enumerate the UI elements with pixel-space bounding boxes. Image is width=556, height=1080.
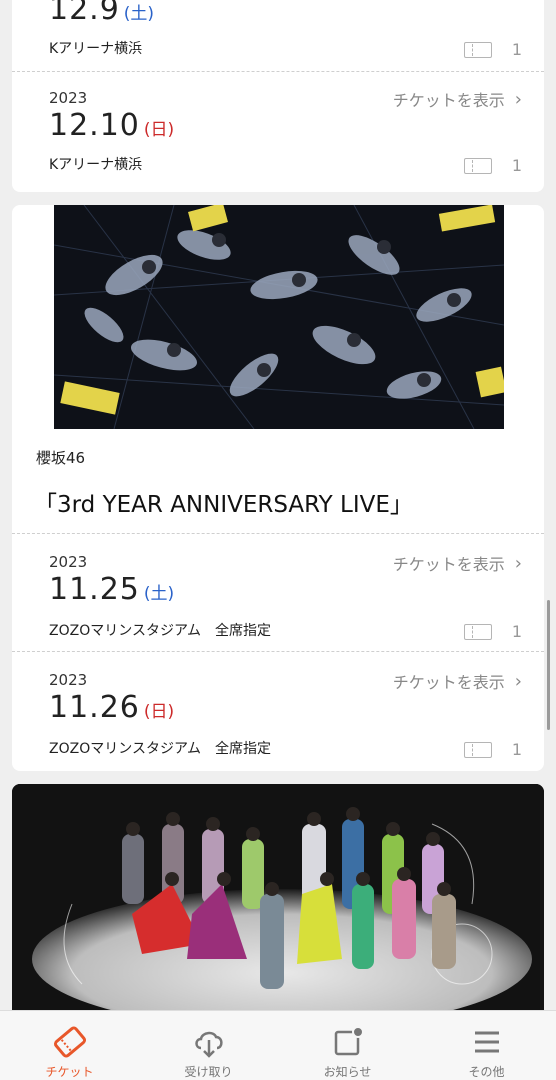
notification-icon: [334, 1026, 364, 1056]
day-of-week: (土): [143, 584, 175, 604]
tab-label: その他: [468, 1065, 505, 1079]
event-card-3: [12, 784, 544, 1024]
ticket-icon: [463, 623, 492, 640]
event-year: 2023: [49, 89, 88, 107]
venue: ZOZOマリンスタジアム 全席指定: [49, 623, 271, 639]
tab-label: チケット: [45, 1065, 94, 1079]
event-date: 11.26 (日): [49, 690, 175, 725]
tab-label: 受け取り: [184, 1065, 233, 1079]
event-date: 12.9 (土): [49, 0, 155, 27]
event-title: 「3rd YEAR ANNIVERSARY LIVE」: [34, 492, 413, 518]
day-of-week: (土): [123, 4, 155, 24]
day-of-week: (日): [143, 702, 175, 722]
event-image[interactable]: [12, 784, 544, 1024]
ticket-entry[interactable]: 12.9 (土) Kアリーナ横浜 1: [12, 0, 544, 71]
scrollbar[interactable]: [547, 600, 550, 730]
venue: ZOZOマリンスタジアム 全席指定: [49, 741, 271, 757]
ticket-icon: [463, 741, 492, 758]
ticket-icon: [463, 157, 492, 174]
tab-ticket[interactable]: チケット: [0, 1011, 139, 1080]
venue: Kアリーナ横浜: [49, 157, 143, 173]
tab-other[interactable]: その他: [417, 1011, 556, 1080]
ticket-entry[interactable]: 2023 チケットを表示 › 11.26 (日) ZOZOマリンスタジアム 全席指定…: [12, 651, 544, 771]
show-ticket-link[interactable]: チケットを表示 ›: [393, 669, 522, 693]
ticket-count: 1: [463, 156, 522, 175]
day-of-week: (日): [143, 120, 175, 140]
chevron-right-icon: ›: [514, 552, 522, 574]
event-image[interactable]: [54, 205, 504, 429]
ticket-count: 1: [463, 40, 522, 59]
tab-notifications[interactable]: お知らせ: [278, 1011, 417, 1080]
cloud-download-icon: [194, 1031, 223, 1058]
show-ticket-link[interactable]: チケットを表示 ›: [393, 551, 522, 575]
venue: Kアリーナ横浜: [49, 41, 143, 57]
show-ticket-link[interactable]: チケットを表示 ›: [393, 87, 522, 111]
ticket-icon: [53, 1026, 86, 1058]
event-date: 11.25 (土): [49, 572, 175, 607]
ticket-entry[interactable]: 2023 チケットを表示 › 12.10 (日) Kアリーナ横浜 1: [12, 71, 544, 192]
event-card-1: 12.9 (土) Kアリーナ横浜 1 2023 チケットを表示 › 12.10 (日)…: [12, 0, 544, 192]
menu-icon: [474, 1031, 499, 1053]
event-date: 12.10 (日): [49, 108, 175, 143]
tab-label: お知らせ: [323, 1065, 372, 1079]
bottom-tab-bar: チケット 受け取り お知らせ その他: [0, 1010, 556, 1080]
chevron-right-icon: ›: [514, 88, 522, 110]
event-card-2: 櫻坂46 「3rd YEAR ANNIVERSARY LIVE」 2023 チケ…: [12, 205, 544, 771]
tab-receive[interactable]: 受け取り: [139, 1011, 278, 1080]
event-year: 2023: [49, 671, 88, 689]
chevron-right-icon: ›: [514, 670, 522, 692]
ticket-entry[interactable]: 2023 チケットを表示 › 11.25 (土) ZOZOマリンスタジアム 全席指定…: [12, 533, 544, 651]
event-year: 2023: [49, 553, 88, 571]
ticket-count: 1: [463, 622, 522, 641]
ticket-icon: [463, 41, 492, 58]
ticket-count: 1: [463, 740, 522, 759]
artist-name: 櫻坂46: [36, 449, 86, 467]
